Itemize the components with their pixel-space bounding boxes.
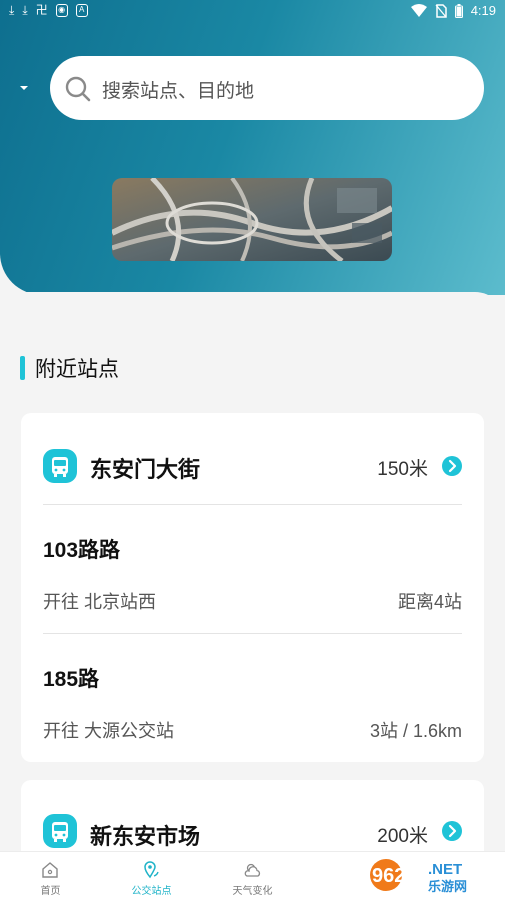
chevron-right-icon[interactable] <box>442 821 462 841</box>
divider <box>43 504 462 505</box>
status-bar: ⤓ ⤓ 卍 ◉ A 4:19 <box>0 0 505 24</box>
banner-image[interactable] <box>112 178 392 261</box>
site-watermark-logo: 962 .NET 乐游网 <box>366 855 498 895</box>
route-direction: 开往 大源公交站 <box>43 721 175 741</box>
download-icon: ⤓ <box>9 3 15 17</box>
section-header: 附近站点 <box>20 355 119 381</box>
sim-icon: 卍 <box>35 3 48 17</box>
stop-name: 新东安市场 <box>90 824 201 849</box>
search-input[interactable]: 搜索站点、目的地 <box>102 76 254 103</box>
stop-distance: 150米 <box>377 459 428 480</box>
stop-card[interactable]: 新东安市场 200米 <box>21 780 484 860</box>
svg-text:.NET: .NET <box>428 861 462 878</box>
section-accent-bar <box>20 356 25 380</box>
divider <box>43 633 462 634</box>
battery-icon <box>454 3 463 18</box>
tab-label: 公交站点 <box>131 886 172 897</box>
wifi-icon <box>410 4 427 17</box>
tab-label: 首页 <box>40 886 61 897</box>
section-title: 附近站点 <box>35 358 119 381</box>
vpn-icon: ◉ <box>55 3 68 17</box>
stop-name: 东安门大街 <box>90 457 201 482</box>
route-eta: 3站 / 1.6km <box>369 721 462 741</box>
tab-weather[interactable]: 天气变化 <box>202 852 303 900</box>
search-bar[interactable]: 搜索站点、目的地 <box>50 56 484 120</box>
bus-icon <box>43 814 77 848</box>
route-name[interactable]: 185路 <box>43 663 99 693</box>
route-direction: 开往 北京站西 <box>43 592 157 612</box>
tab-home[interactable]: 首页 <box>0 852 101 900</box>
download-icon: ⤓ <box>22 3 28 17</box>
stop-distance: 200米 <box>377 826 428 847</box>
route-name[interactable]: 103路路 <box>43 534 120 564</box>
stop-card[interactable]: 东安门大街 150米 103路路 开往 北京站西 距离4站 185路 开往 大源… <box>21 413 484 762</box>
clock: 4:19 <box>470 3 496 18</box>
chevron-right-icon[interactable] <box>442 456 462 476</box>
tab-bus-stops[interactable]: 公交站点 <box>101 852 202 900</box>
city-dropdown-icon[interactable] <box>18 82 30 94</box>
bus-icon <box>43 449 77 483</box>
a-icon: A <box>75 3 88 17</box>
home-icon <box>42 862 58 878</box>
route-eta: 距离4站 <box>397 592 462 612</box>
location-pin-icon <box>144 861 159 879</box>
stop-header[interactable]: 东安门大街 150米 <box>21 413 484 505</box>
no-sim-icon <box>435 3 447 18</box>
tab-label: 天气变化 <box>232 886 273 897</box>
weather-icon <box>244 863 261 877</box>
search-icon <box>65 76 91 102</box>
svg-text:乐游网: 乐游网 <box>428 879 467 895</box>
svg-text:962: 962 <box>372 865 405 887</box>
